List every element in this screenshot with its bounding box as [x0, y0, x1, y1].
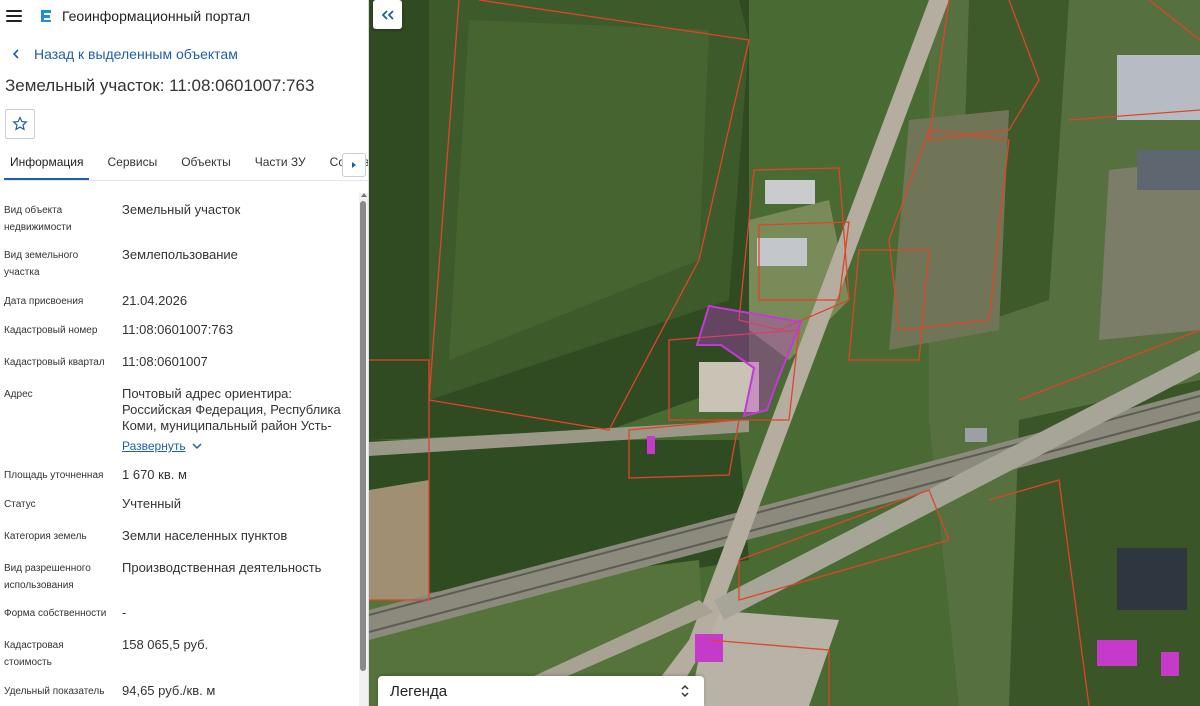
hamburger-icon[interactable] [6, 10, 22, 22]
star-icon [12, 116, 28, 131]
top-bar: Геоинформационный портал [0, 0, 368, 32]
app-title: Геоинформационный портал [62, 8, 251, 24]
tab-bar: Информация Сервисы Объекты Части ЗУ Сост… [0, 151, 368, 181]
prop-value: 94,65 руб./кв. м [122, 683, 216, 698]
legend-panel[interactable]: Легенда [378, 676, 704, 706]
prop-value: Производственная деятельность [122, 560, 322, 575]
legend-title: Легенда [390, 682, 448, 700]
prop-label: Площадь уточненная [4, 470, 104, 481]
up-down-chevron-icon[interactable] [680, 683, 690, 699]
info-panel: Геоинформационный портал Назад к выделен… [0, 0, 369, 706]
portal-logo-icon [41, 10, 51, 22]
expand-label: Развернуть [122, 439, 186, 453]
prop-label: Категория земель [4, 531, 87, 542]
prop-value: Учтенный [122, 496, 182, 511]
prop-label: Вид разрешенного использования [4, 563, 91, 591]
tabs-scroll-right-button[interactable] [342, 153, 366, 177]
prop-label: Вид земельного участка [4, 250, 79, 278]
prop-value: 1 670 кв. м [122, 467, 187, 482]
prop-value: 11:08:0601007 [122, 354, 208, 369]
tab-information[interactable]: Информация [4, 151, 90, 180]
prop-label: Форма собственности [4, 608, 107, 619]
address-expand-wrapper: Развернуть [122, 438, 354, 454]
map-view[interactable] [369, 0, 1200, 706]
prop-label: Удельный показатель [4, 686, 105, 697]
chevron-left-icon [12, 49, 19, 59]
prop-value: Землепользование [122, 247, 238, 262]
favorite-button[interactable] [5, 109, 35, 139]
object-title: Земельный участок: 11:08:0601007:763 [5, 76, 315, 95]
panel-scrollbar[interactable] [359, 193, 368, 706]
prop-label: Кадастровый квартал [4, 357, 105, 368]
collapse-panel-button[interactable] [373, 0, 402, 29]
prop-value: 158 065,5 руб. [122, 637, 209, 652]
back-to-selected-link[interactable]: Назад к выделенным объектам [0, 46, 368, 62]
double-chevron-left-icon [381, 9, 394, 20]
prop-label: Дата присвоения [4, 296, 84, 307]
scroll-up-arrow-icon[interactable] [361, 193, 367, 197]
prop-value: - [122, 605, 127, 620]
prop-value: Земельный участок [122, 202, 241, 217]
prop-label: Статус [4, 499, 36, 510]
prop-value: Земли населенных пунктов [122, 528, 288, 543]
chevron-down-icon [192, 443, 202, 450]
prop-label: Кадастровый номер [4, 325, 98, 336]
prop-value: 21.04.2026 [122, 293, 188, 308]
address-expand-link[interactable]: Развернуть [122, 438, 202, 454]
prop-label: Вид объекта недвижимости [4, 205, 72, 233]
prop-value-address: Почтовый адрес ориентира: Российская Фед… [122, 386, 341, 433]
tab-services[interactable]: Сервисы [101, 151, 163, 180]
chevron-right-icon [352, 162, 356, 168]
tab-objects[interactable]: Объекты [175, 151, 237, 180]
prop-label: Кадастровая стоимость [4, 640, 64, 668]
back-link-label: Назад к выделенным объектам [34, 46, 238, 62]
satellite-imagery [369, 0, 1200, 706]
tab-parcel-parts[interactable]: Части ЗУ [249, 151, 312, 180]
prop-value: 11:08:0601007:763 [122, 322, 234, 337]
scrollbar-thumb[interactable] [360, 201, 366, 671]
prop-label: Адрес [4, 389, 33, 400]
